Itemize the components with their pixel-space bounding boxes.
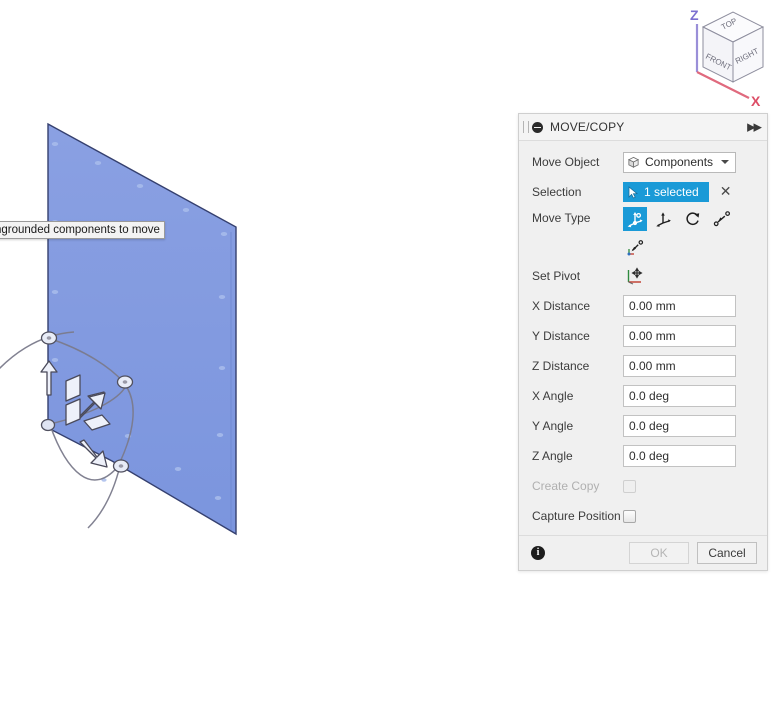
row-set-pivot: Set Pivot — [519, 261, 767, 291]
y-angle-label: Y Angle — [532, 419, 574, 433]
viewcube-axis-x-label: X — [751, 93, 761, 109]
move-object-value: Components — [645, 155, 714, 169]
dialog-body: Move Object Components Selection 1 selec… — [519, 141, 767, 535]
create-copy-label: Create Copy — [532, 479, 600, 493]
move-object-dropdown[interactable]: Components — [623, 151, 736, 173]
ok-button[interactable]: OK — [629, 542, 689, 564]
collapse-circle-icon[interactable] — [532, 121, 543, 133]
rotate-icon[interactable] — [681, 207, 705, 231]
selection-label: Selection — [532, 185, 582, 199]
free-move-icon[interactable] — [623, 207, 647, 231]
row-y-angle: Y Angle — [519, 411, 767, 441]
dialog-header[interactable]: MOVE/COPY ▶▶ — [519, 114, 767, 141]
expand-chevrons-icon[interactable]: ▶▶ — [747, 121, 762, 134]
selection-value: 1 selected — [644, 185, 699, 199]
cancel-button[interactable]: Cancel — [697, 542, 757, 564]
row-selection: Selection 1 selected ✕ — [519, 177, 767, 207]
dialog-grip-handle[interactable] — [523, 121, 529, 133]
set-pivot-axes-icon[interactable] — [623, 264, 647, 288]
view-cube[interactable]: Z X TOP FRONT RIGHT — [645, 2, 770, 114]
row-move-type: Move Type — [519, 207, 767, 235]
clear-selection-icon[interactable]: ✕ — [720, 185, 732, 199]
move-copy-dialog[interactable]: MOVE/COPY ▶▶ Move Object Components Sele… — [518, 113, 768, 571]
capture-position-label: Capture Position — [532, 509, 621, 523]
capture-position-checkbox[interactable] — [623, 509, 636, 523]
point-to-point-icon[interactable] — [710, 207, 734, 231]
translate-icon[interactable] — [652, 207, 676, 231]
row-move-type-secondary — [519, 235, 767, 261]
selection-button[interactable]: 1 selected — [623, 182, 709, 202]
row-z-distance: Z Distance — [519, 351, 767, 381]
x-distance-label: X Distance — [532, 299, 591, 313]
viewcube-axis-z-label: Z — [690, 7, 699, 23]
dialog-footer: i OK Cancel — [519, 535, 767, 570]
move-type-label: Move Type — [532, 211, 591, 225]
z-distance-input[interactable] — [623, 355, 736, 377]
y-distance-label: Y Distance — [532, 329, 590, 343]
point-to-position-icon[interactable] — [623, 236, 647, 260]
x-angle-label: X Angle — [532, 389, 574, 403]
row-y-distance: Y Distance — [519, 321, 767, 351]
row-x-angle: X Angle — [519, 381, 767, 411]
row-create-copy: Create Copy — [519, 471, 767, 501]
components-cube-icon — [627, 156, 640, 168]
x-distance-input[interactable] — [623, 295, 736, 317]
x-angle-input[interactable] — [623, 385, 736, 407]
selection-hint-tooltip: ngrounded components to move — [0, 221, 165, 239]
y-angle-input[interactable] — [623, 415, 736, 437]
move-object-label: Move Object — [532, 155, 600, 169]
create-copy-checkbox — [623, 479, 636, 493]
dialog-title: MOVE/COPY — [550, 120, 625, 134]
row-capture-position: Capture Position — [519, 501, 767, 531]
z-distance-label: Z Distance — [532, 359, 590, 373]
set-pivot-label: Set Pivot — [532, 269, 581, 283]
chevron-down-icon[interactable] — [721, 160, 729, 164]
z-angle-label: Z Angle — [532, 449, 573, 463]
row-z-angle: Z Angle — [519, 441, 767, 471]
z-angle-input[interactable] — [623, 445, 736, 467]
info-icon[interactable]: i — [531, 546, 545, 560]
row-move-object: Move Object Components — [519, 147, 767, 177]
y-distance-input[interactable] — [623, 325, 736, 347]
selection-cursor-icon — [628, 185, 639, 199]
row-x-distance: X Distance — [519, 291, 767, 321]
